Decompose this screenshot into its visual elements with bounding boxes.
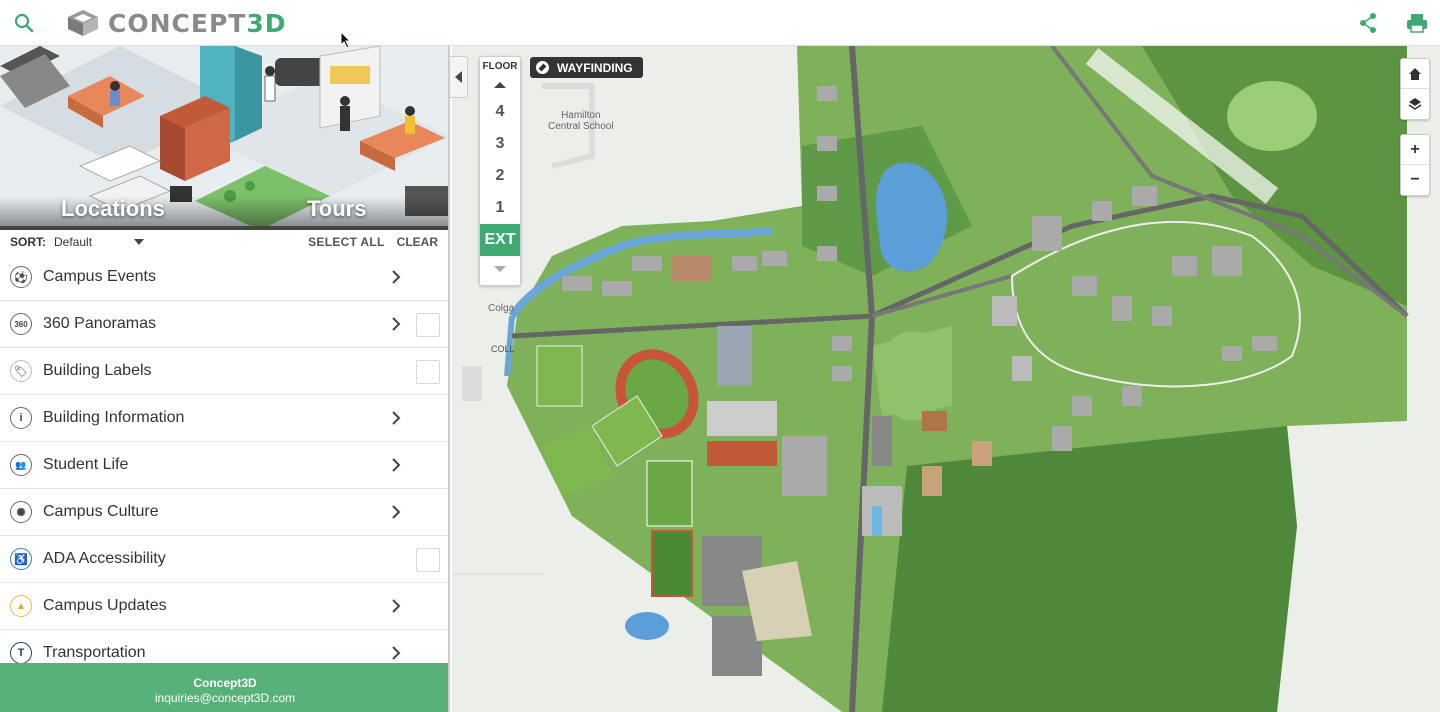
mouse-cursor-icon [340,31,352,49]
floor-selector: FLOOR 4 3 2 1 EXT [479,56,521,286]
sort-dropdown[interactable]: Default [54,235,144,249]
category-label: Campus Culture [43,503,159,520]
info-icon: i [10,407,32,429]
search-icon[interactable] [12,11,36,35]
zoom-out-icon[interactable]: − [1401,165,1429,195]
culture-icon: ✺ [10,501,32,523]
panorama-360-icon: 360 [10,313,32,335]
floor-2-button[interactable]: 2 [480,160,520,192]
collapse-sidebar-button[interactable] [450,56,468,98]
category-campus-updates[interactable]: ▲ Campus Updates [0,583,448,630]
logo-text-main: CONCEPT [108,8,247,38]
compass-icon [536,61,549,74]
chevron-right-icon[interactable] [391,599,401,613]
soccer-ball-icon: ⚽ [10,266,32,288]
zoom-controls: + − [1400,134,1430,196]
category-label: Campus Events [43,268,156,285]
floor-ext-button[interactable]: EXT [480,224,520,256]
category-student-life[interactable]: 👥 Student Life [0,442,448,489]
footer-company-name: Concept3D [193,676,257,690]
wayfinding-label: WAYFINDING [557,60,633,75]
floor-1-button[interactable]: 1 [480,192,520,224]
map-label-school-line2: Central School [548,121,614,132]
category-checkbox[interactable] [416,548,440,572]
logo-cube-icon [68,10,98,36]
category-checkbox[interactable] [416,313,440,337]
map-label-road: COLL [491,344,515,354]
chevron-down-icon [134,239,144,245]
floor-4-button[interactable]: 4 [480,96,520,128]
tab-locations[interactable]: Locations [61,196,165,222]
sidebar: Locations Tours SORT: Default SELECT ALL… [0,46,450,712]
footer-email-link[interactable]: inquiries@concept3D.com [0,691,448,705]
chevron-right-icon[interactable] [391,270,401,284]
select-all-button[interactable]: SELECT ALL [308,235,385,249]
hero-banner: Locations Tours [0,46,448,230]
sort-label: SORT: [10,235,46,249]
chevron-right-icon[interactable] [391,317,401,331]
share-icon[interactable] [1358,12,1378,34]
floor-3-button[interactable]: 3 [480,128,520,160]
floor-title: FLOOR [482,61,518,72]
map-label-colgate: Colga [488,303,515,314]
category-checkbox[interactable] [416,360,440,384]
campus-map[interactable]: Hamilton Central School Colga COLL [452,46,1440,712]
people-icon: 👥 [10,454,32,476]
category-ada-accessibility[interactable]: ♿ ADA Accessibility [0,536,448,583]
floor-down-arrow-icon[interactable] [494,266,506,272]
category-campus-culture[interactable]: ✺ Campus Culture [0,489,448,536]
chevron-right-icon[interactable] [391,458,401,472]
warning-icon: ▲ [10,595,32,617]
category-360-panoramas[interactable]: 360 360 Panoramas [0,301,448,348]
floor-up-arrow-icon[interactable] [494,82,506,88]
category-list: ⚽ Campus Events 360 360 Panoramas 🏷 Buil… [0,254,448,677]
category-label: ADA Accessibility [43,550,166,567]
print-icon[interactable] [1406,12,1428,34]
tag-icon: 🏷 [10,360,32,382]
top-bar: CONCEPT3D [0,0,1440,46]
category-campus-events[interactable]: ⚽ Campus Events [0,254,448,301]
concept3d-logo[interactable]: CONCEPT3D [66,6,286,40]
tab-tours[interactable]: Tours [307,196,366,222]
sidebar-footer: Concept3D inquiries@concept3D.com [0,663,448,712]
clear-button[interactable]: CLEAR [397,235,438,249]
zoom-in-icon[interactable]: + [1401,135,1429,165]
chevron-right-icon[interactable] [391,411,401,425]
layers-icon[interactable] [1401,89,1429,119]
sort-value: Default [54,235,93,249]
category-label: Building Information [43,409,185,426]
home-icon[interactable] [1401,59,1429,89]
category-label: Campus Updates [43,597,167,614]
transportation-icon: T [10,642,32,664]
chevron-right-icon[interactable] [391,505,401,519]
category-label: Building Labels [43,362,152,379]
category-label: Student Life [43,456,129,473]
logo-text-accent: 3D [246,8,287,38]
map-label-school-line1: Hamilton [561,110,601,121]
category-label: 360 Panoramas [43,315,156,332]
map-canvas[interactable] [452,46,1440,712]
category-building-labels[interactable]: 🏷 Building Labels [0,348,448,395]
wheelchair-icon: ♿ [10,548,32,570]
forest-area [882,426,1297,712]
wayfinding-button[interactable]: WAYFINDING [530,57,643,78]
category-label: Transportation [43,644,146,661]
sort-bar: SORT: Default SELECT ALL CLEAR [0,230,448,254]
chevron-right-icon[interactable] [391,646,401,660]
category-building-information[interactable]: i Building Information [0,395,448,442]
map-view-controls [1400,58,1430,120]
